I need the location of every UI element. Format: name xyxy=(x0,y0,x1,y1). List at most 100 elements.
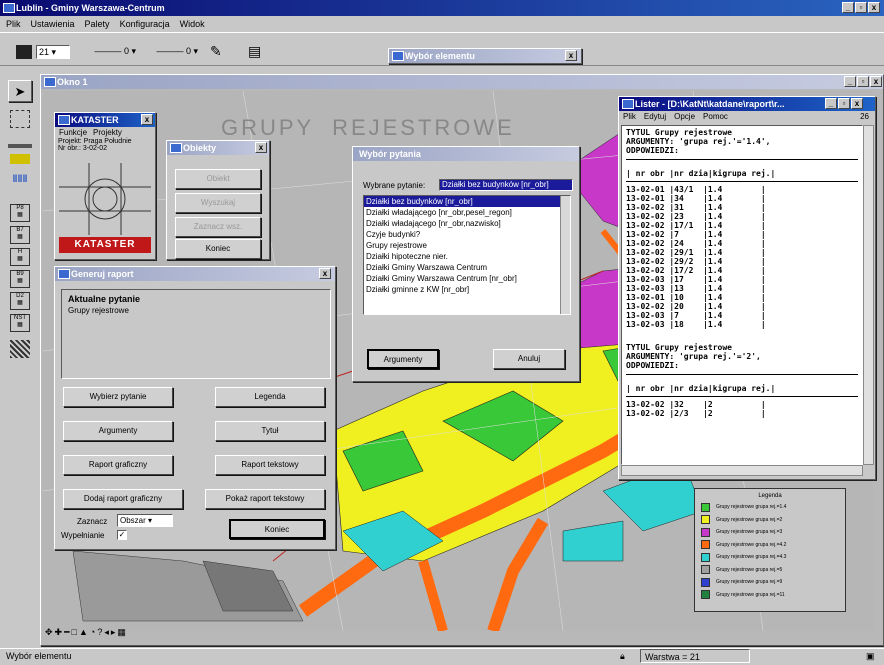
p8-tool[interactable]: P8 ▦ xyxy=(10,204,30,222)
b9-tool[interactable]: B9 ▦ xyxy=(10,270,30,288)
save-icon[interactable]: ▣ xyxy=(866,649,875,664)
argumenty-button[interactable]: Argumenty xyxy=(367,349,439,369)
nst-tool[interactable]: NST ▦ xyxy=(10,314,30,332)
minimize-button[interactable]: _ xyxy=(842,2,854,13)
selected-query-field[interactable]: Działki bez budynków [nr_obr] xyxy=(439,179,573,191)
pokaz-raport-button[interactable]: Pokaż raport tekstowy xyxy=(205,489,325,509)
legend-swatch xyxy=(701,590,710,600)
legenda-button[interactable]: Legenda xyxy=(215,387,325,407)
legend-item: Grupy rejestrowe grupa rej.=3 xyxy=(701,526,839,539)
menu-projekty[interactable]: Projekty xyxy=(93,128,122,137)
list-item[interactable]: Działki władającego [nr_obr,pesel_regon] xyxy=(364,207,570,218)
color-swatch[interactable] xyxy=(16,45,32,59)
lister-menu-plik[interactable]: Plik xyxy=(623,112,636,121)
lister-menu-pomoc[interactable]: Pomoc xyxy=(703,112,728,121)
dodaj-raport-button[interactable]: Dodaj raport graficzny xyxy=(63,489,183,509)
list-item[interactable]: Działki gminne z KW [nr_obr] xyxy=(364,284,570,295)
lister-hscroll[interactable] xyxy=(621,465,863,476)
table-row: 13-02-03 |17 |1.4 | xyxy=(626,275,766,284)
list-item[interactable]: Działki Gminy Warszawa Centrum xyxy=(364,262,570,273)
map-nav-toolbar: ✥✚━□▲◔?◂▸▦ xyxy=(45,627,195,641)
tytul-button[interactable]: Tytuł xyxy=(215,421,325,441)
map-min-button[interactable]: _ xyxy=(844,76,856,87)
wyszukaj-button[interactable]: Wyszukaj xyxy=(175,193,261,213)
objects-close-x[interactable]: x xyxy=(255,142,267,153)
zoom-out-icon[interactable]: ━ xyxy=(64,627,71,637)
lister-menu-opcje[interactable]: Opcje xyxy=(674,112,695,121)
menu-ustawienia[interactable]: Ustawienia xyxy=(31,17,75,31)
window-zoom-icon[interactable]: □ xyxy=(72,627,79,637)
line-style-select[interactable]: ——— 0 ▾ xyxy=(80,45,136,59)
list-item[interactable]: Działki hipoteczne nier. xyxy=(364,251,570,262)
arrow-tool[interactable]: ➤ xyxy=(8,80,32,102)
maximize-button[interactable]: ▫ xyxy=(855,2,867,13)
list-scrollbar[interactable] xyxy=(560,196,570,314)
query-dialog: Wybór pytania Wybrane pytanie: Działki b… xyxy=(352,146,580,382)
zaznacz-label: Zaznacz xyxy=(77,517,108,526)
pan-icon[interactable]: ✥ xyxy=(45,627,55,637)
zaznacz-wsz-button[interactable]: Zaznacz wsz. xyxy=(175,217,261,237)
wypelnianie-checkbox[interactable]: ✓ xyxy=(117,530,127,540)
floating-close-button[interactable]: x xyxy=(565,50,577,61)
h-tool[interactable]: H ▦ xyxy=(10,248,30,266)
lister-close-button[interactable]: x xyxy=(851,98,863,109)
lister-max-button[interactable]: ▫ xyxy=(838,98,850,109)
map-max-button[interactable]: ▫ xyxy=(857,76,869,87)
select-tool[interactable] xyxy=(10,110,30,128)
list-item[interactable]: Działki władającego [nr_obr,nazwisko] xyxy=(364,218,570,229)
zoom-in-icon[interactable]: ✚ xyxy=(55,627,65,637)
lister-menu-edytuj[interactable]: Edytuj xyxy=(644,112,666,121)
pen-icon[interactable]: ✎ xyxy=(210,43,222,60)
kataster-title: KATASTER xyxy=(55,113,155,127)
grid-icon[interactable]: ▦ xyxy=(117,627,128,637)
line-tool[interactable] xyxy=(8,134,32,148)
lister-divider xyxy=(626,374,858,384)
legend-label: Grupy rejestrowe grupa rej.=5 xyxy=(716,566,783,573)
lister-text-area[interactable]: TYTUL Grupy rejestrowe ARGUMENTY: 'grupa … xyxy=(621,125,863,465)
text-tool[interactable]: ǁǁǁ xyxy=(9,174,31,190)
report-dialog-title: Generuj raport xyxy=(55,267,335,281)
status-bar: Wybór elementu 🔒︎ Warstwa = 21 ▣ xyxy=(0,648,884,664)
legend-label: Grupy rejestrowe grupa rej.=11 xyxy=(716,591,785,598)
anuluj-button[interactable]: Anuluj xyxy=(493,349,565,369)
menu-widok[interactable]: Widok xyxy=(180,17,205,31)
lister-min-button[interactable]: _ xyxy=(825,98,837,109)
kataster-close-button[interactable]: x xyxy=(141,114,153,125)
list-item[interactable]: Czyje budynki? xyxy=(364,229,570,240)
fill-tool[interactable] xyxy=(10,340,30,358)
menu-konfiguracja[interactable]: Konfiguracja xyxy=(120,17,170,31)
koniec-small-button[interactable]: Koniec xyxy=(175,239,261,259)
obiekt-button[interactable]: Obiekt xyxy=(175,169,261,189)
fit-icon[interactable]: ▲ xyxy=(79,627,90,637)
report-close-x[interactable]: x xyxy=(319,268,331,279)
line-weight-select[interactable]: ——— 0 ▾ xyxy=(142,45,198,59)
close-button[interactable]: x xyxy=(868,2,880,13)
d2-tool[interactable]: D2 ▦ xyxy=(10,292,30,310)
argumenty-report-button[interactable]: Argumenty xyxy=(63,421,173,441)
koniec-report-button[interactable]: Koniec xyxy=(229,519,325,539)
legend-item: Grupy rejestrowe grupa rej.=2 xyxy=(701,514,839,527)
font-size-select[interactable]: 21 ▾ xyxy=(36,45,70,59)
map-close-button[interactable]: x xyxy=(870,76,882,87)
wypelnianie-label: Wypełnianie xyxy=(61,531,105,540)
lister-rows: 13-02-01 |43/1 |1.4 | 13-02-01 |34 |1.4 |… xyxy=(626,185,858,329)
zaznacz-select[interactable]: Obszar ▾ xyxy=(117,514,173,527)
list-item[interactable]: Grupy rejestrowe xyxy=(364,240,570,251)
legend-label: Grupy rejestrowe grupa rej.=3 xyxy=(716,529,783,536)
query-list[interactable]: Działki bez budynków [nr_obr] Działki wł… xyxy=(363,195,571,315)
raport-tekstowy-button[interactable]: Raport tekstowy xyxy=(215,455,325,475)
app-title: Lublin - Gminy Warszawa-Centrum xyxy=(16,3,165,13)
menu-plik[interactable]: Plik xyxy=(6,17,21,31)
lister-vscroll[interactable] xyxy=(863,125,874,465)
b7-tool[interactable]: B7 ▦ xyxy=(10,226,30,244)
wybierz-pytanie-button[interactable]: Wybierz pytanie xyxy=(63,387,173,407)
layer-tool[interactable] xyxy=(10,154,30,164)
list-item[interactable]: Działki bez budynków [nr_obr] xyxy=(364,196,570,207)
printer-icon[interactable]: ▤ xyxy=(248,43,261,60)
floating-window: Wybór elementu x xyxy=(388,48,582,64)
menu-palety[interactable]: Palety xyxy=(85,17,110,31)
raport-graficzny-button[interactable]: Raport graficzny xyxy=(63,455,173,475)
app-title-bar: Lublin - Gminy Warszawa-Centrum xyxy=(0,0,884,16)
list-item[interactable]: Działki Gminy Warszawa Centrum [nr_obr] xyxy=(364,273,570,284)
menu-funkcje[interactable]: Funkcje xyxy=(59,128,87,137)
